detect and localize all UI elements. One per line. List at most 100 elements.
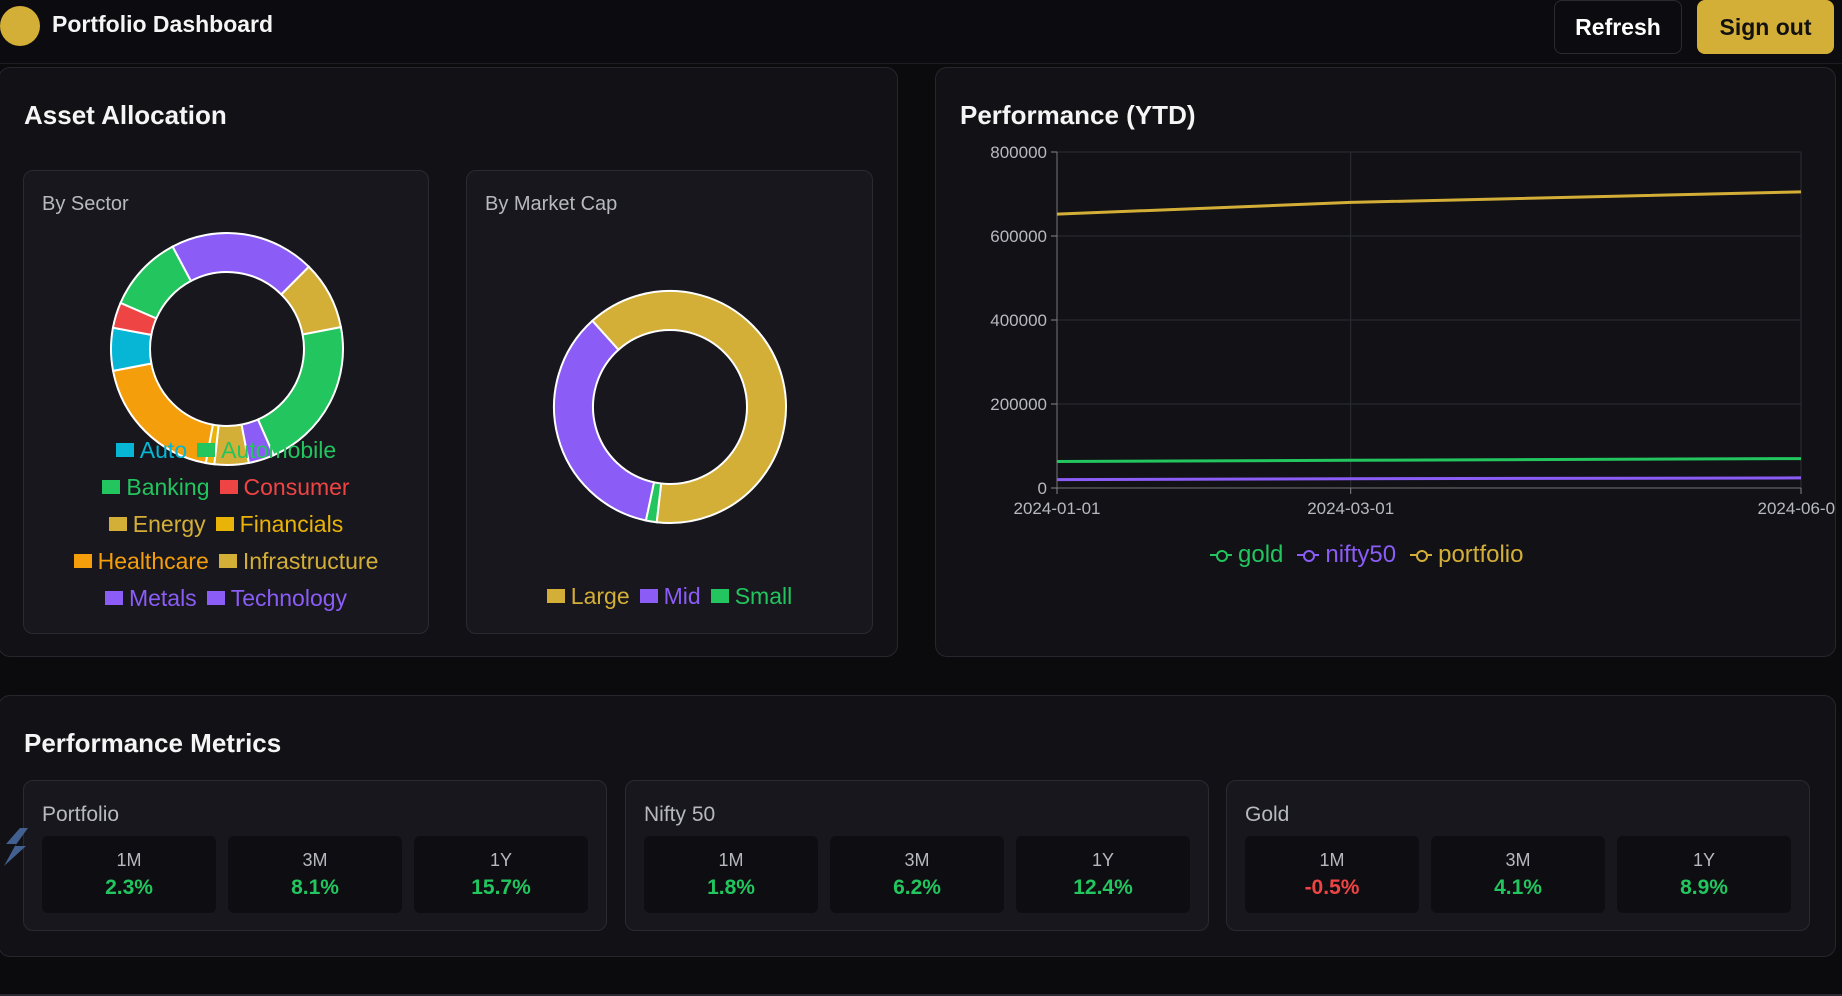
legend-row: Healthcare Infrastructure [24,542,428,579]
series-line-nifty50[interactable] [1056,476,1802,482]
legend-label: Automobile [221,437,337,463]
y-tick-label: 600000 [990,227,1047,246]
logo-icon [0,6,40,46]
sign-out-button[interactable]: Sign out [1697,0,1834,54]
legend-row: Banking Consumer [24,468,428,505]
legend-swatch [206,591,225,605]
slice-technology[interactable] [171,232,311,296]
legend-item-banking[interactable]: Banking [102,469,210,505]
metric-value: 4.1% [1494,876,1542,899]
metric-tile-1m: 1M 2.3% [42,836,216,913]
series-line-gold[interactable] [1056,457,1802,464]
legend-label: portfolio [1438,541,1524,568]
legend-item-energy[interactable]: Energy [108,506,206,542]
metric-card-nifty-50: Nifty 50 1M 1.8% 3M 6.2% 1Y 12.4% [625,780,1209,931]
metric-card-portfolio: Portfolio 1M 2.3% 3M 8.1% 1Y 15.7% [23,780,607,931]
performance-metrics-title: Performance Metrics [24,728,282,758]
metric-value: 2.3% [105,876,153,899]
legend-item-automobile[interactable]: Automobile [197,432,336,468]
y-tick-label: 0 [1038,479,1047,498]
legend-swatch [73,554,92,568]
legend-swatch [197,443,216,457]
y-tick-label: 200000 [990,395,1047,414]
top-bar: Portfolio Dashboard Refresh Sign out [0,0,1842,64]
legend-swatch [115,443,134,457]
metric-tile-3m: 3M 4.1% [1431,836,1605,913]
legend-swatch [108,517,127,531]
legend-swatch [546,589,565,603]
legend-item-metals[interactable]: Metals [104,580,197,616]
metric-period-label: 3M [1505,850,1531,870]
y-tick-label: 800000 [990,143,1047,162]
metric-card-gold: Gold 1M -0.5% 3M 4.1% 1Y 8.9% [1226,780,1810,931]
legend-item-nifty50[interactable]: nifty50 [1297,541,1396,569]
legend-item-financials[interactable]: Financials [215,506,344,542]
metric-period-label: 1M [116,850,142,870]
legend-label: Small [734,583,793,609]
legend-item-portfolio[interactable]: portfolio [1410,541,1523,569]
metric-period-label: 1M [718,850,744,870]
metric-value: -0.5% [1304,876,1360,899]
metric-tile-1m: 1M -0.5% [1245,836,1419,913]
metric-value: 8.9% [1680,876,1728,899]
legend-label: Banking [126,474,210,500]
legend-label: Infrastructure [242,548,379,574]
by-sector-title: By Sector [42,193,129,215]
refresh-button[interactable]: Refresh [1554,0,1682,54]
legend-item-mid[interactable]: Mid [639,578,701,614]
legend-swatch [218,554,237,568]
legend-label: Healthcare [97,548,209,574]
legend-label: Large [570,583,630,609]
legend-item-technology[interactable]: Technology [206,580,347,616]
legend-row: Large Mid Small [467,577,872,614]
market-cap-legend: Large Mid Small [467,577,872,614]
by-market-cap-title: By Market Cap [485,193,618,215]
legend-swatch [219,480,238,494]
legend-label: Energy [132,511,206,537]
legend-item-auto[interactable]: Auto [115,432,188,468]
legend-item-gold[interactable]: gold [1210,541,1283,569]
legend-label: Financials [239,511,344,537]
metric-period-label: 1M [1319,850,1345,870]
legend-item-infrastructure[interactable]: Infrastructure [218,543,379,579]
legend-item-small[interactable]: Small [710,578,793,614]
metric-tile-1y: 1Y 15.7% [414,836,588,913]
metric-card-title: Gold [1245,803,1290,826]
asset-allocation-panel: Asset Allocation By Sector Auto Automobil… [0,67,898,657]
performance-line-chart[interactable]: 0 200000 400000 600000 800000 2024-01-01 2024-… [935,130,1835,570]
app-title: Portfolio Dashboard [52,11,274,37]
legend-row: Auto Automobile [24,431,428,468]
side-handle-icon[interactable] [0,826,32,870]
legend-item-large[interactable]: Large [546,578,630,614]
legend-marker-icon [1410,549,1433,562]
legend-marker-icon [1210,549,1232,562]
legend-label: Mid [663,583,701,609]
legend-label: Consumer [243,474,350,500]
metric-tile-1y: 1Y 12.4% [1016,836,1190,913]
metric-card-title: Portfolio [42,803,120,826]
legend-row: Metals Technology [24,579,428,616]
metric-tile-3m: 3M 8.1% [228,836,402,913]
legend-swatch [102,480,121,494]
legend-label: Auto [139,437,188,463]
by-sector-card: By Sector Auto Automobile Banking Consumer E… [23,170,429,634]
legend-swatch [215,517,234,531]
performance-title: Performance (YTD) [960,100,1196,130]
asset-allocation-title: Asset Allocation [24,100,227,130]
x-tick-label: 2024-03-01 [1307,499,1394,518]
metric-tile-3m: 3M 6.2% [830,836,1004,913]
metric-period-label: 3M [904,850,930,870]
legend-item-healthcare[interactable]: Healthcare [73,543,209,579]
legend-item-consumer[interactable]: Consumer [219,469,350,505]
metric-card-title: Nifty 50 [644,803,716,826]
series-line-portfolio[interactable] [1056,190,1802,216]
slice-mid[interactable] [553,319,656,522]
legend-swatch [710,589,729,603]
legend-marker-icon [1297,549,1320,562]
by-market-cap-card: By Market Cap Large Mid Small [466,170,873,634]
metric-value: 12.4% [1073,876,1133,899]
metric-tile-1m: 1M 1.8% [644,836,818,913]
metric-value: 1.8% [707,876,755,899]
metric-period-label: 1Y [1091,850,1115,870]
market-cap-donut-chart[interactable] [467,271,874,571]
